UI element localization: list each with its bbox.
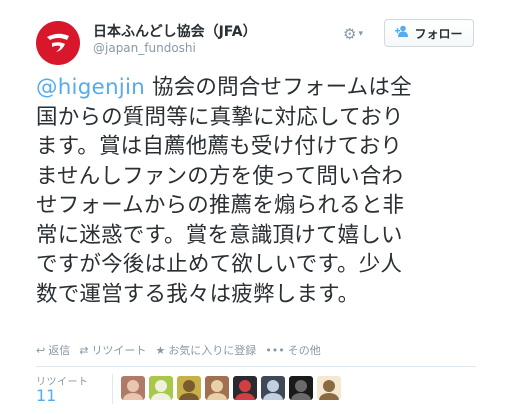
retweeter-avatars (121, 376, 341, 400)
retweeter-avatar[interactable] (205, 376, 229, 400)
account-screen-name[interactable]: @japan_fundoshi (93, 41, 196, 55)
favorite-label: お気に入りに登録 (168, 344, 257, 357)
tweet-line: 数で運営する我々は疲弊します。 (36, 281, 360, 307)
tweet-mention-link[interactable]: @higenjin (36, 75, 145, 100)
tweet-line: 常に迷惑です。賞を意識頂けて嬉しい (36, 222, 403, 248)
tweet-actions: ↩ 返信 ⇄ リツイート ★ お気に入りに登録 ••• その他 (36, 342, 321, 358)
star-icon: ★ (155, 343, 166, 357)
tweet-line: せフォームからの推薦を煽られると非 (36, 193, 405, 218)
tweet-line: 国からの質問等に真摯に対応しており (36, 104, 404, 130)
retweet-stat-count[interactable]: 11 (36, 386, 56, 405)
retweeter-avatar[interactable] (121, 376, 145, 400)
retweet-label: リツイート (91, 344, 147, 357)
jfa-logo-icon (36, 21, 80, 65)
follow-button[interactable]: フォロー (384, 19, 474, 47)
retweeter-avatar[interactable] (149, 376, 173, 400)
tweet-line: ですが今後は止めて欲しいです。少人 (36, 252, 403, 277)
retweeter-avatar[interactable] (261, 376, 285, 400)
follow-label: フォロー (414, 26, 463, 41)
gear-icon: ⚙ (343, 25, 357, 43)
retweeter-avatar[interactable] (317, 376, 341, 400)
reply-icon: ↩ (36, 343, 46, 357)
tweet-line: 協会の問合せフォームは全 (144, 75, 412, 100)
avatar[interactable] (36, 21, 80, 65)
tweet-line: ませんしファンの方を使って問い合わ (36, 163, 404, 189)
divider (36, 366, 476, 367)
stats-divider (112, 374, 113, 404)
favorite-action[interactable]: ★ お気に入りに登録 (155, 342, 256, 358)
chevron-down-icon: ▾ (358, 29, 363, 39)
more-label: その他 (287, 344, 321, 357)
reply-action[interactable]: ↩ 返信 (36, 342, 70, 358)
retweeter-avatar[interactable] (289, 376, 313, 400)
settings-menu[interactable]: ⚙ ▾ (343, 24, 375, 44)
retweet-icon: ⇄ (79, 343, 89, 357)
tweet-line: ます。賞は自薦他薦も受け付けており (36, 134, 403, 159)
reply-label: 返信 (48, 344, 71, 357)
add-user-icon (395, 25, 409, 41)
more-action[interactable]: ••• その他 (265, 342, 320, 358)
retweet-action[interactable]: ⇄ リツイート (79, 342, 146, 358)
tweet-text: @higenjin 協会の問合せフォームは全 国からの質問等に真摯に対応しており… (36, 73, 486, 309)
retweeter-avatar[interactable] (233, 376, 257, 400)
account-full-name[interactable]: 日本ふんどし協会（JFA） (93, 21, 257, 41)
ellipsis-icon: ••• (265, 343, 285, 357)
retweeter-avatar[interactable] (177, 376, 201, 400)
